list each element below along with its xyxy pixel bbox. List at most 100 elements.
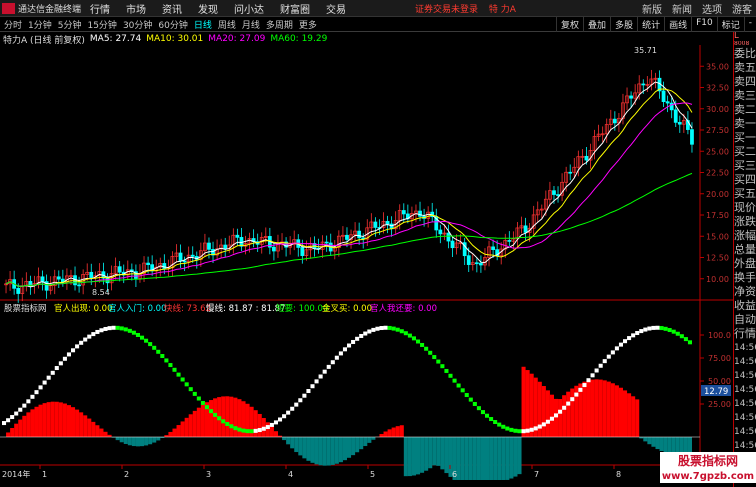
candle-body bbox=[345, 234, 349, 240]
rp-item: 涨幅 bbox=[734, 229, 756, 242]
menu-jiaoyi[interactable]: 交易 bbox=[326, 1, 346, 16]
login-notice[interactable]: 证券交易未登录 bbox=[415, 5, 478, 15]
sub-bar-up bbox=[391, 427, 396, 437]
candle-body bbox=[146, 262, 150, 265]
tab-1min[interactable]: 1分钟 bbox=[28, 18, 52, 31]
sub-bar-up bbox=[537, 381, 542, 437]
candle-body bbox=[77, 284, 81, 287]
tab-5min[interactable]: 5分钟 bbox=[58, 18, 82, 31]
rp-item: 外盘 bbox=[734, 257, 756, 270]
sub-bar-down bbox=[456, 437, 461, 480]
sub-dot bbox=[606, 354, 611, 359]
sub-dot bbox=[610, 350, 615, 355]
candle-body bbox=[40, 276, 45, 282]
link-youke[interactable]: 游客 bbox=[732, 1, 752, 16]
sub-dot bbox=[330, 360, 335, 365]
sub-dot bbox=[598, 363, 603, 368]
rp-item: 买三 bbox=[734, 159, 756, 172]
candle-body bbox=[385, 221, 390, 225]
menu-shichang[interactable]: 市场 bbox=[126, 1, 146, 16]
minimize-button[interactable]: - bbox=[743, 17, 756, 32]
sub-bar-down bbox=[651, 437, 656, 447]
f10-button[interactable]: F10 bbox=[691, 17, 717, 32]
menu-wenxiaoda[interactable]: 问小达 bbox=[234, 1, 264, 16]
sub-bar-down bbox=[152, 437, 157, 443]
sub-dot bbox=[245, 429, 250, 434]
sub-dot bbox=[554, 413, 559, 418]
sub-bar-up bbox=[521, 366, 526, 437]
link-xinban[interactable]: 新版 bbox=[642, 1, 662, 16]
sub-dot bbox=[282, 414, 287, 419]
candle-body bbox=[677, 122, 682, 125]
rp-time: 14:56 bbox=[734, 399, 756, 409]
tab-more[interactable]: 更多 bbox=[299, 18, 317, 31]
sub-dot bbox=[521, 429, 526, 434]
tongji-button[interactable]: 统计 bbox=[637, 17, 664, 32]
sub-dot bbox=[75, 344, 80, 349]
sub-dot bbox=[156, 349, 161, 354]
tab-multi[interactable]: 多周期 bbox=[266, 18, 293, 31]
sub-bar-up bbox=[26, 412, 31, 437]
sub-bar-down bbox=[371, 437, 376, 440]
sub-dot bbox=[34, 390, 39, 395]
sub-bar-down bbox=[509, 437, 514, 479]
sub-bar-up bbox=[91, 421, 96, 437]
link-xuanxiang[interactable]: 选项 bbox=[702, 1, 722, 16]
sub-dot bbox=[273, 420, 278, 425]
sub-bar-down bbox=[663, 437, 668, 453]
biaoji-button[interactable]: 标记 bbox=[716, 17, 744, 32]
sub-bar-up bbox=[6, 432, 11, 437]
sub-bar-up bbox=[38, 404, 43, 437]
tab-60min[interactable]: 60分钟 bbox=[158, 18, 187, 31]
sub-bar-up bbox=[387, 429, 392, 437]
duogu-button[interactable]: 多股 bbox=[610, 17, 637, 32]
diejia-button[interactable]: 叠加 bbox=[583, 17, 610, 32]
sub-dot bbox=[582, 383, 587, 388]
sub-dot bbox=[489, 417, 494, 422]
sub-dot bbox=[213, 412, 218, 417]
right-quote-panel: L 8008 委比 卖五 卖四 卖三 卖二 卖一 买一 买二 买三 买四 买五 现价 涨跌 涨幅 总量 外盘换… bbox=[733, 32, 756, 487]
sub-bar-up bbox=[200, 404, 205, 437]
ma5-label: MA5: 27.74 bbox=[89, 34, 142, 44]
huaxian-button[interactable]: 画线 bbox=[664, 17, 691, 32]
sub-dot bbox=[221, 419, 226, 424]
menu-caifuquan[interactable]: 财富圈 bbox=[280, 1, 310, 16]
sub-dot bbox=[476, 406, 481, 411]
rp-time: 14:56 bbox=[734, 385, 756, 395]
tab-daily[interactable]: 日线 bbox=[194, 18, 212, 31]
fuquan-button[interactable]: 复权 bbox=[556, 17, 583, 32]
sub-bar-down bbox=[428, 437, 433, 469]
rp-time: 14:56 bbox=[734, 427, 756, 437]
sub-bar-up bbox=[58, 402, 63, 437]
rp-item: 涨跌 bbox=[734, 215, 756, 228]
sub-bar-up bbox=[554, 398, 559, 437]
sub-dot bbox=[497, 422, 502, 427]
sub-dot bbox=[537, 424, 542, 429]
sub-dot bbox=[123, 327, 128, 332]
sub-dot bbox=[623, 339, 628, 344]
menu-faxian[interactable]: 发现 bbox=[198, 1, 218, 16]
sub-dot bbox=[87, 334, 92, 339]
menu-hangqing[interactable]: 行情 bbox=[90, 1, 110, 16]
sub-dot bbox=[501, 424, 506, 429]
tab-fenshi[interactable]: 分时 bbox=[4, 18, 22, 31]
tab-monthly[interactable]: 月线 bbox=[242, 18, 260, 31]
sub-dot bbox=[164, 358, 169, 363]
sub-dot bbox=[525, 428, 530, 433]
kline-chart-svg[interactable]: 35.00 32.50 30.00 27.50 25.00 22.50 20.00 17.50… bbox=[0, 45, 733, 480]
sub-dot bbox=[209, 409, 214, 414]
sub-bar-up bbox=[30, 409, 35, 437]
tab-30min[interactable]: 30分钟 bbox=[123, 18, 152, 31]
menu-zixun[interactable]: 资讯 bbox=[162, 1, 182, 16]
sub-bar-up bbox=[265, 422, 270, 437]
tab-15min[interactable]: 15分钟 bbox=[87, 18, 116, 31]
sub-bar-down bbox=[659, 437, 664, 452]
chart-area[interactable]: 35.00 32.50 30.00 27.50 25.00 22.50 20.00 17.50… bbox=[0, 45, 733, 480]
tab-weekly[interactable]: 周线 bbox=[218, 18, 236, 31]
sub-dot bbox=[440, 364, 445, 369]
sub-dot bbox=[131, 330, 136, 335]
link-xinwen[interactable]: 新闻 bbox=[672, 1, 692, 16]
sub-bar-up bbox=[529, 373, 534, 437]
rp-item: 委比 bbox=[734, 47, 756, 60]
sub-bar-up bbox=[209, 400, 214, 437]
